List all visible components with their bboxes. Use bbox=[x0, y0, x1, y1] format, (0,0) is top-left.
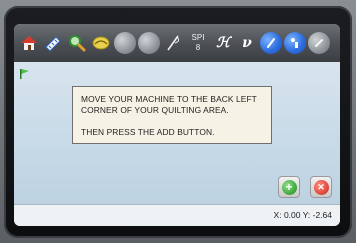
h-icon[interactable]: ℋ bbox=[212, 32, 234, 54]
add-button[interactable]: + bbox=[278, 176, 300, 198]
info-icon[interactable] bbox=[284, 32, 306, 54]
gray-circle-icon[interactable] bbox=[114, 32, 136, 54]
coordinates-readout: X: 0.00 Y: -2.64 bbox=[273, 210, 332, 220]
help-icon[interactable] bbox=[260, 32, 282, 54]
magnify-icon[interactable] bbox=[66, 32, 88, 54]
instruction-dialog: MOVE YOUR MACHINE TO THE BACK LEFT CORNE… bbox=[72, 86, 272, 144]
message-line-2: CORNER OF YOUR QUILTING AREA. bbox=[81, 105, 229, 115]
pencil-icon[interactable] bbox=[90, 32, 112, 54]
v-icon[interactable]: ν bbox=[236, 32, 258, 54]
flag-icon bbox=[20, 66, 30, 79]
cancel-button[interactable]: ✕ bbox=[310, 176, 332, 198]
status-bar: X: 0.00 Y: -2.64 bbox=[14, 204, 340, 226]
spi-indicator[interactable]: SPI 8 bbox=[186, 31, 210, 55]
toolbar: SPI 8 ℋ ν bbox=[14, 24, 340, 62]
ruler-icon[interactable] bbox=[42, 32, 64, 54]
message-line-3: THEN PRESS THE ADD BUTTON. bbox=[81, 127, 215, 137]
spi-label: SPI bbox=[191, 33, 205, 42]
screen: SPI 8 ℋ ν MOVE YOUR MACHINE TO THE BACK … bbox=[14, 24, 340, 226]
home-icon[interactable] bbox=[18, 32, 40, 54]
gray-circle-icon[interactable] bbox=[308, 32, 330, 54]
close-icon: ✕ bbox=[313, 179, 329, 195]
spi-value: 8 bbox=[195, 43, 201, 52]
message-line-1: MOVE YOUR MACHINE TO THE BACK LEFT bbox=[81, 94, 257, 104]
gray-circle-icon[interactable] bbox=[138, 32, 160, 54]
plus-icon: + bbox=[281, 179, 297, 195]
needle-icon[interactable] bbox=[162, 32, 184, 54]
